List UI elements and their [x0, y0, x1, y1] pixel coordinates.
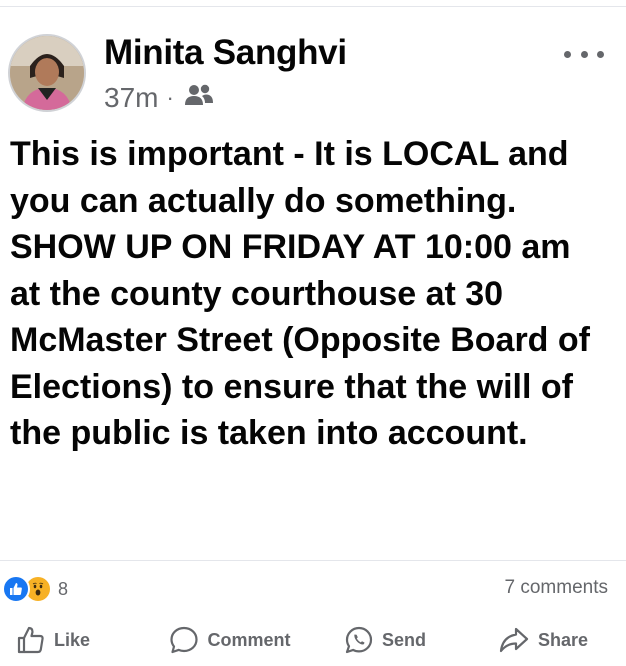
comments-count-link[interactable]: 7 comments	[505, 577, 608, 599]
more-options-button[interactable]	[564, 44, 604, 64]
meta-separator: ·	[166, 85, 174, 110]
post-text: This is important - It is LOCAL and you …	[10, 135, 590, 452]
author-name[interactable]: Minita Sanghvi	[104, 33, 347, 73]
post-header: Minita Sanghvi 37m ·	[0, 0, 626, 120]
share-arrow-icon	[498, 625, 530, 655]
friends-icon[interactable]	[184, 82, 214, 114]
comment-bubble-icon	[169, 625, 199, 655]
whatsapp-icon	[344, 625, 374, 655]
thumbs-up-icon	[16, 625, 46, 655]
avatar-portrait-icon	[10, 36, 84, 110]
comment-label: Comment	[207, 629, 291, 650]
send-button[interactable]: Send	[310, 616, 460, 664]
content-divider	[0, 560, 626, 561]
like-label: Like	[54, 629, 91, 650]
send-label: Send	[381, 629, 426, 650]
like-reaction-icon	[2, 575, 30, 603]
share-button[interactable]: Share	[460, 616, 626, 664]
avatar[interactable]	[8, 34, 86, 112]
dot-icon	[580, 50, 588, 58]
post-meta: 37m ·	[104, 82, 214, 114]
dot-icon	[564, 50, 571, 58]
share-label: Share	[537, 629, 589, 650]
dot-icon	[597, 50, 604, 58]
reactions-summary: 8 7 comments	[0, 570, 626, 606]
like-button[interactable]: Like	[0, 616, 110, 664]
post-actions: Like Comment Send Share	[0, 616, 626, 664]
reaction-icons[interactable]: 8	[2, 575, 68, 603]
reaction-count: 8	[58, 578, 69, 599]
comment-button[interactable]: Comment	[110, 616, 310, 664]
post-timestamp[interactable]: 37m	[104, 82, 158, 114]
